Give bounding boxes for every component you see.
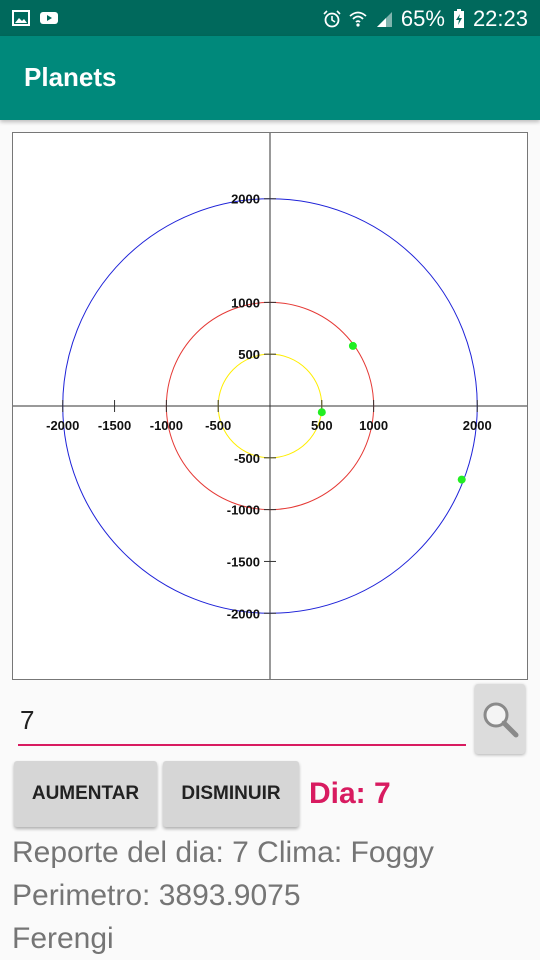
planet-point-3 <box>457 475 466 484</box>
alarm-icon <box>323 10 341 28</box>
orbit-chart: -2000 -1500 -1000 -500 500 1000 2000 2000 1000 50… <box>12 132 528 680</box>
battery-charging-icon <box>453 9 464 28</box>
increase-button[interactable]: AUMENTAR <box>14 761 157 827</box>
battery-percent: 65% <box>400 6 445 31</box>
x-tick-label: -500 <box>205 418 231 433</box>
youtube-icon <box>40 12 58 24</box>
x-tick-label: 1000 <box>359 418 388 433</box>
app-title: Planets <box>24 62 117 92</box>
report-line: Reporte del dia: 7 Clima: Foggy <box>12 836 434 869</box>
search-icon <box>483 702 519 738</box>
x-tick-label: -1000 <box>150 418 183 433</box>
orbit-chart-svg: -2000 -1500 -1000 -500 500 1000 2000 2000 1000 50… <box>13 133 527 679</box>
image-icon <box>12 10 30 26</box>
day-label: Dia: 7 <box>309 777 391 810</box>
y-tick-label: -1000 <box>227 503 260 518</box>
perimeter-line: Perimetro: 3893.9075 <box>12 879 301 912</box>
signal-icon <box>376 12 392 27</box>
planet-point-2 <box>348 341 357 350</box>
y-tick-label: -500 <box>234 451 260 466</box>
y-tick-label: 500 <box>238 347 260 362</box>
x-tick-label: 2000 <box>463 418 492 433</box>
app-bar: Planets <box>0 36 540 120</box>
status-bar: 65% 22:23 <box>0 0 540 36</box>
clock: 22:23 <box>472 6 528 31</box>
y-tick-label: -2000 <box>227 606 260 621</box>
y-tick-label: 2000 <box>231 192 260 207</box>
x-tick-label: -1500 <box>98 418 131 433</box>
planet-line: Ferengi <box>12 922 114 955</box>
x-tick-label: 500 <box>311 418 333 433</box>
wifi-icon <box>349 11 367 27</box>
y-tick-label: 1000 <box>231 295 260 310</box>
y-tick-label: -1500 <box>227 554 260 569</box>
day-input[interactable] <box>18 696 466 746</box>
x-tick-label: -2000 <box>46 418 79 433</box>
planet-point-1 <box>317 408 326 417</box>
decrease-button[interactable]: DISMINUIR <box>163 761 299 827</box>
search-button[interactable] <box>475 684 525 754</box>
